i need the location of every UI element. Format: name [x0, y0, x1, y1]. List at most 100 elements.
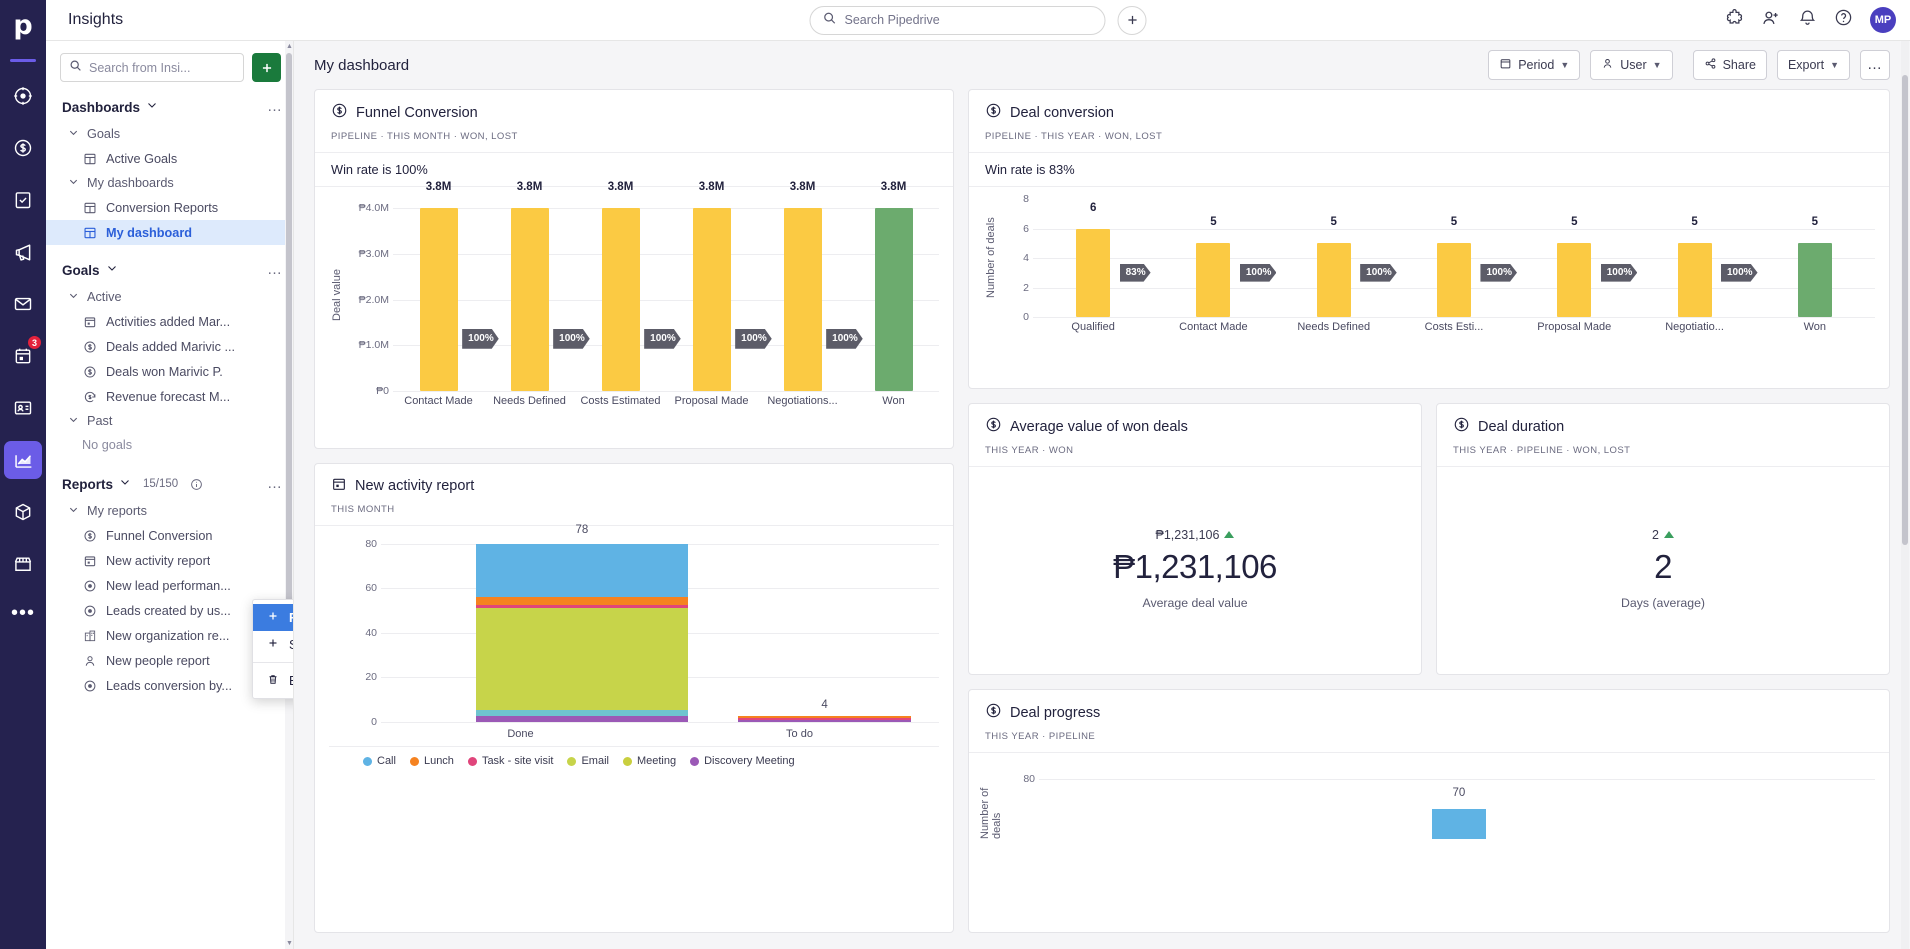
bar[interactable] [1677, 243, 1712, 317]
dashboard-scrollbar-thumb[interactable] [1902, 75, 1908, 545]
sidebar-item-deals-won[interactable]: Deals won Marivic P. [46, 359, 293, 384]
sidebar-group-my-reports[interactable]: My reports [46, 499, 293, 523]
bar-group[interactable]: 5 100% [1514, 199, 1634, 317]
goals-more-icon[interactable]: … [267, 262, 283, 277]
sidebar-item-new-lead-performance[interactable]: New lead performan... [46, 573, 293, 598]
bar[interactable] [419, 208, 458, 391]
bar-group[interactable]: 3.8M 100% [484, 181, 575, 391]
sidebar-group-active[interactable]: Active [46, 285, 293, 309]
rail-item-calendar[interactable]: 3 [4, 335, 42, 375]
chevron-down-icon[interactable] [119, 475, 131, 493]
bar[interactable] [601, 208, 640, 391]
bar-group[interactable]: 3.8M 100% [757, 181, 848, 391]
export-label: Export [1787, 58, 1825, 72]
global-search-input[interactable] [844, 13, 1093, 27]
bar[interactable] [1076, 228, 1111, 317]
global-search[interactable] [809, 5, 1106, 35]
rail-item-insights[interactable] [4, 441, 42, 479]
bar-group[interactable]: 5 100% [1634, 199, 1754, 317]
bar[interactable] [1436, 243, 1471, 317]
sidebar-item-funnel-conversion[interactable]: Funnel Conversion [46, 523, 293, 548]
sidebar-group-goals[interactable]: Goals [46, 122, 293, 146]
legend-item-lunch[interactable]: Lunch [409, 755, 454, 767]
sidebar-group-my-dashboards[interactable]: My dashboards [46, 171, 293, 195]
notifications-icon[interactable] [1798, 8, 1817, 32]
sidebar-item-revenue-forecast[interactable]: Revenue forecast M... [46, 384, 293, 409]
invite-user-icon[interactable] [1761, 8, 1781, 33]
bar[interactable] [1557, 243, 1592, 317]
scroll-down-arrow[interactable]: ▼ [286, 940, 293, 947]
sidebar-item-my-dashboard[interactable]: My dashboard [46, 220, 293, 245]
context-menu-item-section[interactable]: Section [253, 631, 293, 658]
sidebar-section-goals[interactable]: Goals … [46, 245, 293, 285]
bar-group[interactable]: 5 100% [1153, 199, 1273, 317]
rail-item-products[interactable] [4, 493, 42, 531]
bar-group[interactable]: 3.8M [848, 181, 939, 391]
legend-item-task-site-visit[interactable]: Task - site visit [467, 755, 553, 767]
dashboard-scrollbar[interactable] [1901, 41, 1909, 949]
scroll-up-arrow[interactable]: ▲ [286, 43, 293, 50]
bar[interactable] [1797, 243, 1832, 317]
bar-group[interactable]: 3.8M 100% [393, 181, 484, 391]
sidebar-item-deals-added[interactable]: Deals added Marivic ... [46, 334, 293, 359]
sidebar-item-conversion-reports[interactable]: Conversion Reports [46, 195, 293, 220]
sidebar-add-button[interactable] [252, 53, 281, 82]
stack-done[interactable] [475, 543, 688, 722]
period-filter-button[interactable]: Period ▼ [1488, 50, 1581, 80]
bar[interactable] [874, 208, 913, 391]
user-avatar[interactable]: MP [1870, 7, 1896, 33]
reports-more-icon[interactable]: … [267, 476, 283, 491]
bar[interactable] [1316, 243, 1351, 317]
bar-group[interactable]: 3.8M 100% [575, 181, 666, 391]
sidebar-item-active-goals[interactable]: Active Goals [46, 146, 293, 171]
bar[interactable] [510, 208, 549, 391]
share-button[interactable]: Share [1692, 50, 1767, 80]
legend-item-meeting[interactable]: Meeting [622, 755, 676, 767]
sidebar-scrollbar[interactable]: ▲ ▼ [285, 41, 293, 949]
rail-item-contacts[interactable] [4, 389, 42, 427]
rail-item-leads[interactable] [4, 77, 42, 115]
card-chart-body: Deal value ₱4.0M ₱3.0M ₱2.0M ₱1.0M ₱0 3.… [315, 181, 953, 448]
legend-item-email[interactable]: Email [567, 755, 609, 767]
sidebar-search[interactable] [60, 53, 244, 82]
chevron-down-icon[interactable] [106, 261, 118, 279]
sidebar-scrollbar-thumb[interactable] [286, 53, 292, 693]
legend-item-discovery-meeting[interactable]: Discovery Meeting [690, 755, 795, 767]
dashboard-more-button[interactable]: … [1860, 50, 1890, 80]
sidebar-item-new-activity-report[interactable]: New activity report [46, 548, 293, 573]
pipedrive-logo-icon[interactable]: p [13, 12, 32, 39]
user-filter-button[interactable]: User ▼ [1590, 50, 1673, 80]
bar[interactable] [783, 208, 822, 391]
rail-item-activities[interactable] [4, 181, 42, 219]
dashboards-more-icon[interactable]: … [267, 99, 283, 114]
context-menu-item-report[interactable]: Report [253, 604, 293, 631]
bar-group[interactable]: 5 100% [1274, 199, 1394, 317]
export-button[interactable]: Export ▼ [1776, 50, 1850, 80]
card-title-row: New activity report [331, 476, 937, 496]
bar-group[interactable]: 3.8M 100% [666, 181, 757, 391]
sidebar-item-activities-added[interactable]: Activities added Mar... [46, 309, 293, 334]
sidebar-section-dashboards[interactable]: Dashboards … [46, 88, 293, 122]
help-icon[interactable] [1834, 8, 1853, 32]
quick-add-button[interactable] [1117, 5, 1147, 35]
bar[interactable] [692, 208, 731, 391]
sidebar-search-input[interactable] [89, 60, 235, 75]
rail-item-marketplace[interactable] [4, 545, 42, 583]
puzzle-icon[interactable] [1725, 8, 1744, 32]
legend-item-call[interactable]: Call [363, 755, 396, 767]
bar[interactable] [1431, 809, 1486, 839]
rail-item-campaigns[interactable] [4, 233, 42, 271]
sidebar-group-past[interactable]: Past [46, 409, 293, 433]
info-icon[interactable] [190, 478, 203, 491]
rail-more-icon[interactable]: ••• [11, 602, 35, 625]
rail-item-deals[interactable] [4, 129, 42, 167]
stack-todo[interactable] [738, 715, 912, 722]
chevron-down-icon[interactable] [146, 98, 158, 116]
bar[interactable] [1196, 243, 1231, 317]
bar-group[interactable]: 6 83% [1033, 199, 1153, 317]
bar-group[interactable]: 5 [1755, 199, 1875, 317]
bar-group[interactable]: 5 100% [1394, 199, 1514, 317]
rail-item-mail[interactable] [4, 285, 42, 323]
sidebar-section-reports[interactable]: Reports 15/150 … [46, 457, 293, 499]
context-menu-item-bulk-delete[interactable]: Bulk delete reports [253, 667, 293, 694]
